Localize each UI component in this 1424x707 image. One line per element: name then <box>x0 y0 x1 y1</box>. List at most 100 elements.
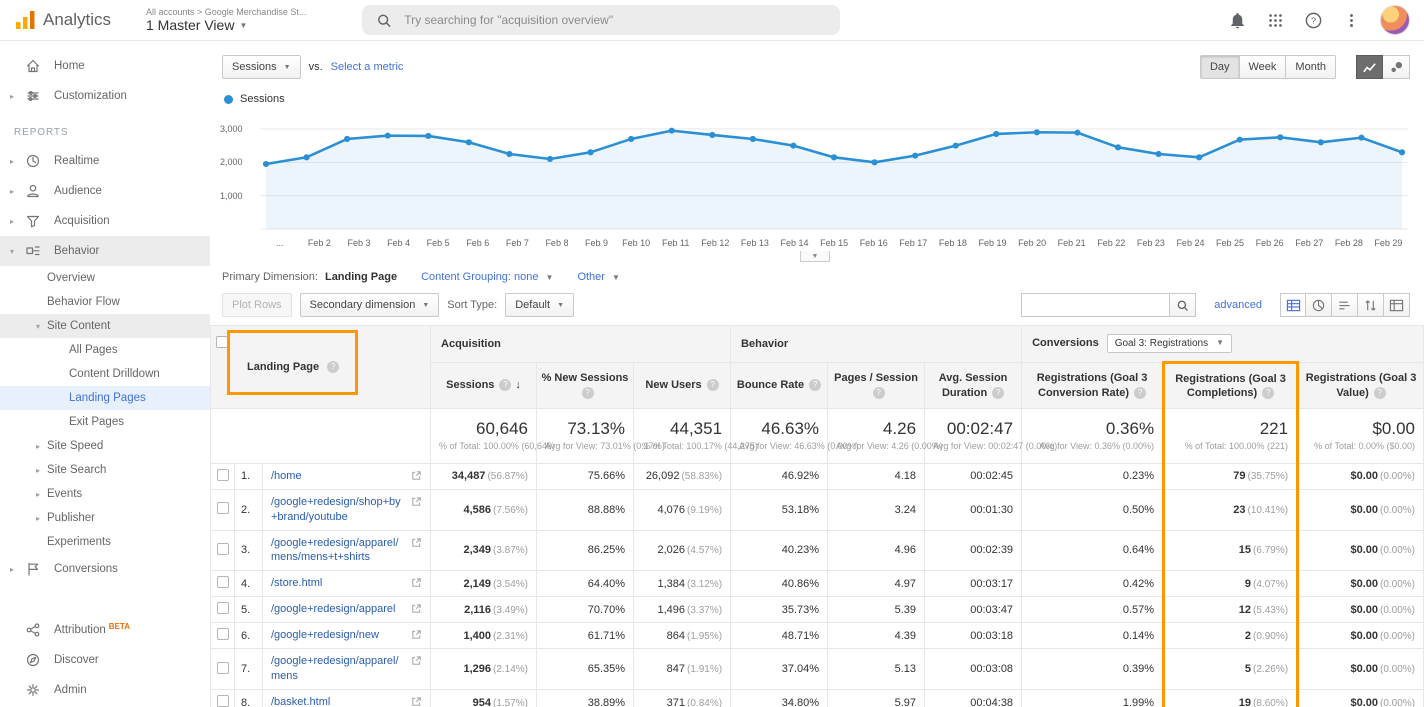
landing-page-link[interactable]: /google+redesign/apparel/mens/mens+t+shi… <box>271 537 399 564</box>
sidebar-item-acquisition[interactable]: ▸ Acquisition <box>0 206 210 236</box>
sidebar-item-home[interactable]: Home <box>0 51 210 81</box>
global-search[interactable] <box>362 5 841 35</box>
notifications-bell-icon[interactable] <box>1228 11 1247 30</box>
help-icon[interactable]: ? <box>1373 386 1386 399</box>
sort-type-button[interactable]: Default ▼ <box>505 293 574 317</box>
open-page-icon[interactable] <box>411 629 422 640</box>
expander-icon[interactable]: ▸ <box>36 442 47 451</box>
sidebar-item-events[interactable]: ▸ Events <box>0 482 210 506</box>
metric-selector-button[interactable]: Sessions ▼ <box>222 55 301 79</box>
open-page-icon[interactable] <box>411 537 422 548</box>
landing-page-link[interactable]: /store.html <box>271 577 322 589</box>
sidebar-item-content-drilldown[interactable]: Content Drilldown <box>0 362 210 386</box>
table-search-input[interactable] <box>1021 293 1170 317</box>
sidebar-item-audience[interactable]: ▸ Audience <box>0 176 210 206</box>
expander-icon[interactable]: ▸ <box>10 187 21 196</box>
landing-page-link[interactable]: /home <box>271 470 302 482</box>
comparison-view-icon[interactable] <box>1358 293 1384 317</box>
table-view-icon[interactable] <box>1280 293 1306 317</box>
landing-page-link[interactable]: /basket.html <box>271 696 330 707</box>
col-header-new-users[interactable]: New Users? <box>633 362 732 409</box>
open-page-icon[interactable] <box>411 655 422 666</box>
goal-selector-dropdown[interactable]: Goal 3: Registrations ▼ <box>1106 334 1233 353</box>
select-metric-link[interactable]: Select a metric <box>331 61 404 73</box>
granularity-week-button[interactable]: Week <box>1239 55 1287 79</box>
pivot-view-icon[interactable] <box>1384 293 1410 317</box>
col-header-goal-completions[interactable]: Registrations (Goal 3 Completions)? <box>1162 361 1300 409</box>
motion-chart-icon[interactable] <box>1383 55 1410 79</box>
row-checkbox[interactable] <box>216 695 229 707</box>
landing-page-link[interactable]: /google+redesign/apparel <box>271 603 395 615</box>
col-header-goal-conversion-rate[interactable]: Registrations (Goal 3 Conversion Rate)? <box>1021 362 1165 409</box>
landing-page-link[interactable]: /google+redesign/new <box>271 629 379 641</box>
sidebar-item-publisher[interactable]: ▸ Publisher <box>0 506 210 530</box>
help-icon[interactable]: ? <box>1134 386 1147 399</box>
help-icon[interactable]: ? <box>1304 11 1323 30</box>
expander-icon[interactable]: ▸ <box>10 157 21 166</box>
dimension-other[interactable]: Other <box>577 271 605 283</box>
col-header-goal-value[interactable]: Registrations (Goal 3 Value)? <box>1297 362 1424 409</box>
sidebar-item-experiments[interactable]: Experiments <box>0 530 210 554</box>
user-avatar[interactable] <box>1380 5 1410 35</box>
sidebar-item-exit-pages[interactable]: Exit Pages <box>0 410 210 434</box>
open-page-icon[interactable] <box>411 470 422 481</box>
sidebar-item-overview[interactable]: Overview <box>0 266 210 290</box>
row-checkbox[interactable] <box>216 576 229 589</box>
sidebar-item-site-search[interactable]: ▸ Site Search <box>0 458 210 482</box>
open-page-icon[interactable] <box>411 577 422 588</box>
sidebar-item-all-pages[interactable]: All Pages <box>0 338 210 362</box>
expander-icon[interactable]: ▾ <box>10 247 21 256</box>
help-icon[interactable]: ? <box>809 379 822 392</box>
dimension-content-grouping[interactable]: Content Grouping: none <box>421 271 538 283</box>
sidebar-item-admin[interactable]: Admin <box>0 675 210 705</box>
expander-icon[interactable]: ▸ <box>36 466 47 475</box>
view-selector[interactable]: 1 Master View ▼ <box>146 17 306 33</box>
sidebar-item-behavior-flow[interactable]: Behavior Flow <box>0 290 210 314</box>
table-search-button[interactable] <box>1169 293 1197 317</box>
sidebar-item-conversions[interactable]: ▸ Conversions <box>0 554 210 584</box>
help-icon[interactable]: ? <box>327 360 340 373</box>
expander-icon[interactable]: ▾ <box>36 322 47 331</box>
row-checkbox[interactable] <box>216 502 229 515</box>
more-options-icon[interactable] <box>1343 12 1360 29</box>
sessions-chart-svg[interactable] <box>260 115 1408 233</box>
expander-icon[interactable]: ▸ <box>36 514 47 523</box>
row-checkbox[interactable] <box>216 628 229 641</box>
sidebar-item-behavior[interactable]: ▾ Behavior <box>0 236 210 266</box>
line-chart-icon[interactable] <box>1356 55 1383 79</box>
expander-icon[interactable]: ▸ <box>10 92 21 101</box>
col-header-new-sessions[interactable]: % New Sessions? <box>536 362 635 409</box>
row-checkbox[interactable] <box>216 542 229 555</box>
expander-icon[interactable]: ▸ <box>36 490 47 499</box>
row-checkbox[interactable] <box>216 468 229 481</box>
open-page-icon[interactable] <box>411 696 422 707</box>
help-icon[interactable]: ? <box>872 386 885 399</box>
help-icon[interactable]: ? <box>706 379 719 392</box>
help-icon[interactable]: ? <box>581 386 594 399</box>
granularity-month-button[interactable]: Month <box>1286 55 1336 79</box>
help-icon[interactable]: ? <box>499 379 512 392</box>
sidebar-item-realtime[interactable]: ▸ Realtime <box>0 146 210 176</box>
granularity-day-button[interactable]: Day <box>1199 55 1240 79</box>
open-page-icon[interactable] <box>411 496 422 507</box>
col-header-session-duration[interactable]: Avg. Session Duration? <box>924 362 1023 409</box>
annotations-expander[interactable]: ▼ <box>800 251 830 262</box>
sidebar-item-attribution[interactable]: Attribution BETA <box>0 615 210 645</box>
col-header-pages-session[interactable]: Pages / Session? <box>827 362 926 409</box>
landing-page-link[interactable]: /google+redesign/apparel/mens <box>271 655 399 682</box>
account-breadcrumb[interactable]: All accounts > Google Merchandise St... <box>146 7 306 17</box>
row-checkbox[interactable] <box>216 661 229 674</box>
search-input[interactable] <box>404 13 827 27</box>
col-header-bounce-rate[interactable]: Bounce Rate? <box>730 362 829 409</box>
sidebar-item-site-speed[interactable]: ▸ Site Speed <box>0 434 210 458</box>
open-page-icon[interactable] <box>411 603 422 614</box>
help-icon[interactable]: ? <box>1262 387 1275 399</box>
help-icon[interactable]: ? <box>992 386 1005 399</box>
sidebar-item-site-content[interactable]: ▾ Site Content <box>0 314 210 338</box>
sidebar-item-customization[interactable]: ▸ Customization <box>0 81 210 111</box>
landing-page-column-header[interactable]: Landing Page ? <box>210 325 432 409</box>
percentage-view-icon[interactable] <box>1306 293 1332 317</box>
expander-icon[interactable]: ▸ <box>10 565 21 574</box>
col-header-sessions[interactable]: Sessions? ↓ <box>430 362 538 409</box>
secondary-dimension-button[interactable]: Secondary dimension ▼ <box>299 293 440 317</box>
